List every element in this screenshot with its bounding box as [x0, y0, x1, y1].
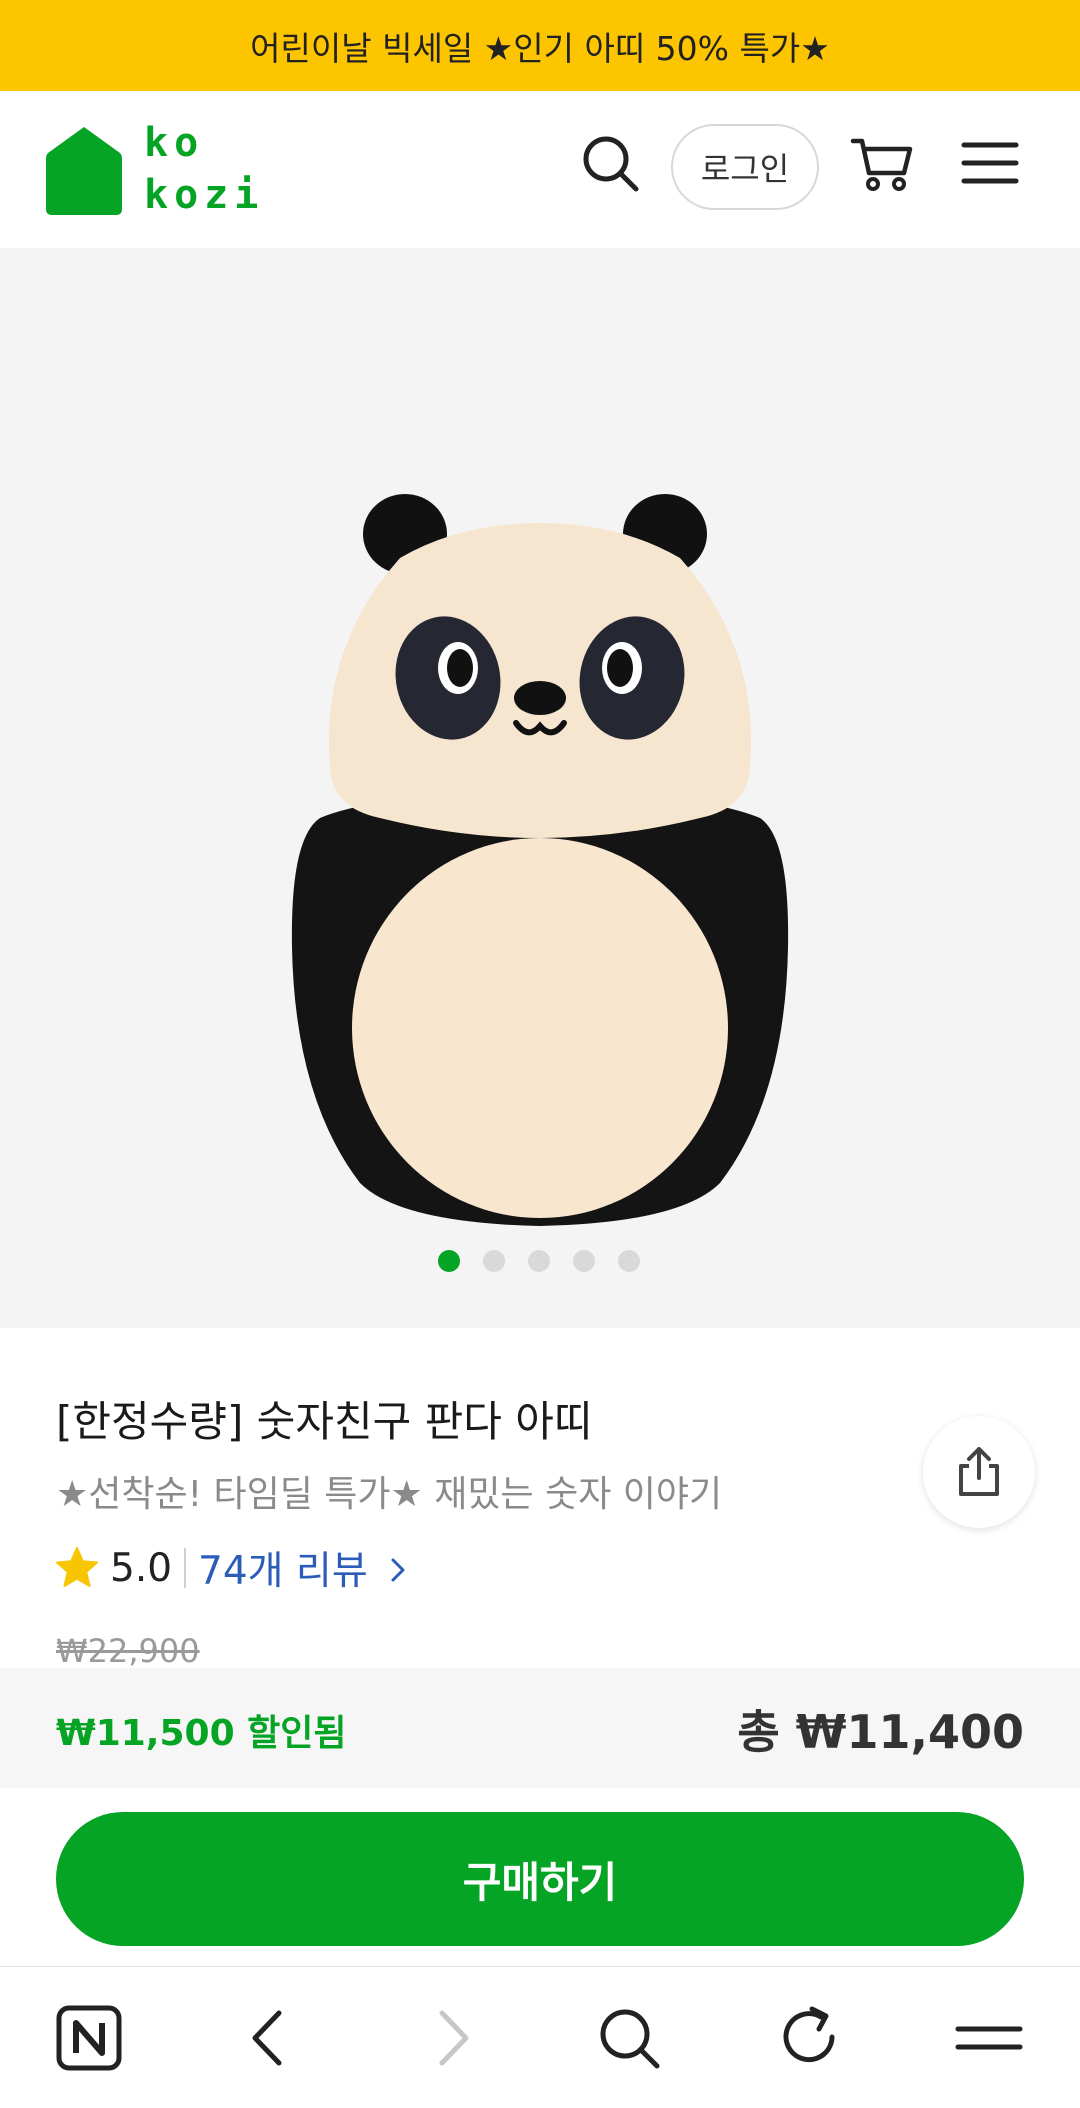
- pagination-dot-1[interactable]: [438, 1250, 460, 1272]
- star-icon: [56, 1547, 98, 1587]
- menu-icon[interactable]: [954, 2003, 1024, 2073]
- forward-icon[interactable]: [418, 2003, 488, 2073]
- review-link-label: 74개 리뷰: [198, 1549, 368, 1594]
- rating-score: 5.0: [110, 1545, 173, 1591]
- promo-banner[interactable]: 어린이날 빅세일 ★인기 아띠 50% 특가★: [0, 0, 1080, 91]
- house-logo-icon: [46, 127, 122, 215]
- logo-text-top: ko: [144, 120, 205, 166]
- browser-toolbar: [0, 1966, 1080, 2108]
- back-icon[interactable]: [233, 2003, 303, 2073]
- site-header: ko kozi 로그인: [0, 91, 1080, 248]
- product-image-gallery[interactable]: [0, 248, 1080, 1528]
- discount-amount: ₩11,500 할인됨: [56, 1713, 347, 1754]
- cart-icon[interactable]: [850, 131, 914, 195]
- pagination-dot-5[interactable]: [618, 1250, 640, 1272]
- search-icon[interactable]: [594, 2003, 664, 2073]
- chevron-right-icon: [391, 1558, 405, 1582]
- price-summary-bar: ₩11,500 할인됨 총 ₩11,400: [0, 1668, 1080, 1788]
- naver-home-icon[interactable]: [54, 2003, 124, 2073]
- product-subtitle: ★선착순! 타임딜 특가★ 재밌는 숫자 이야기: [56, 1474, 723, 1515]
- review-link[interactable]: 74개 리뷰: [198, 1540, 408, 1596]
- login-button[interactable]: 로그인: [671, 124, 819, 210]
- original-price: ₩22,900: [56, 1632, 200, 1670]
- panda-product-image: [291, 494, 789, 1226]
- gallery-pagination: [0, 1250, 1080, 1272]
- search-icon[interactable]: [578, 131, 642, 195]
- logo-text-bottom: kozi: [144, 172, 265, 218]
- share-icon: [959, 1447, 999, 1496]
- pagination-dot-4[interactable]: [573, 1250, 595, 1272]
- login-button-label: 로그인: [700, 150, 790, 188]
- buy-button-label: 구매하기: [462, 1857, 618, 1907]
- buy-button[interactable]: 구매하기: [56, 1812, 1024, 1946]
- pagination-dot-3[interactable]: [528, 1250, 550, 1272]
- kokozi-logo[interactable]: ko kozi: [44, 123, 258, 219]
- logo-wordmark: ko kozi: [144, 123, 264, 215]
- rating-divider: [184, 1548, 187, 1588]
- promo-banner-text: 어린이날 빅세일 ★인기 아띠 50% 특가★: [250, 28, 830, 68]
- refresh-icon[interactable]: [774, 2003, 844, 2073]
- share-button[interactable]: [923, 1416, 1035, 1528]
- menu-icon[interactable]: [958, 131, 1022, 195]
- rating-row: 5.0 74개 리뷰: [54, 1540, 408, 1596]
- product-title: [한정수량] 숫자친구 판다 아띠: [56, 1397, 593, 1446]
- total-price: 총 ₩11,400: [737, 1705, 1024, 1759]
- pagination-dot-2[interactable]: [483, 1250, 505, 1272]
